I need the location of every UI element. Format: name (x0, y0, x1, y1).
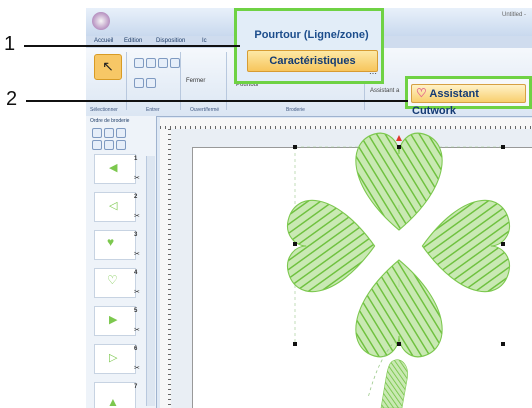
heart-right (421, 199, 511, 293)
cutwork-heart-icon: ♡ (416, 86, 427, 100)
callout-box-1: Pourtour (Ligne/zone) Caractéristiques ⋯ (234, 8, 384, 84)
cutwork-wizard-button[interactable]: ♡ Assistant Cutwork (411, 84, 526, 117)
callout-1-number: 1 (4, 33, 16, 55)
callout-2-number: 2 (6, 88, 18, 110)
characteristics-button[interactable]: Caractéristiques (247, 50, 378, 72)
more-options-icon[interactable]: ⋯ (369, 69, 377, 78)
outline-line-zone-button[interactable]: Pourtour (Ligne/zone) (247, 25, 376, 45)
callout-1-leader (24, 45, 240, 47)
heart-left (286, 199, 376, 293)
callout-2-leader (26, 100, 408, 102)
